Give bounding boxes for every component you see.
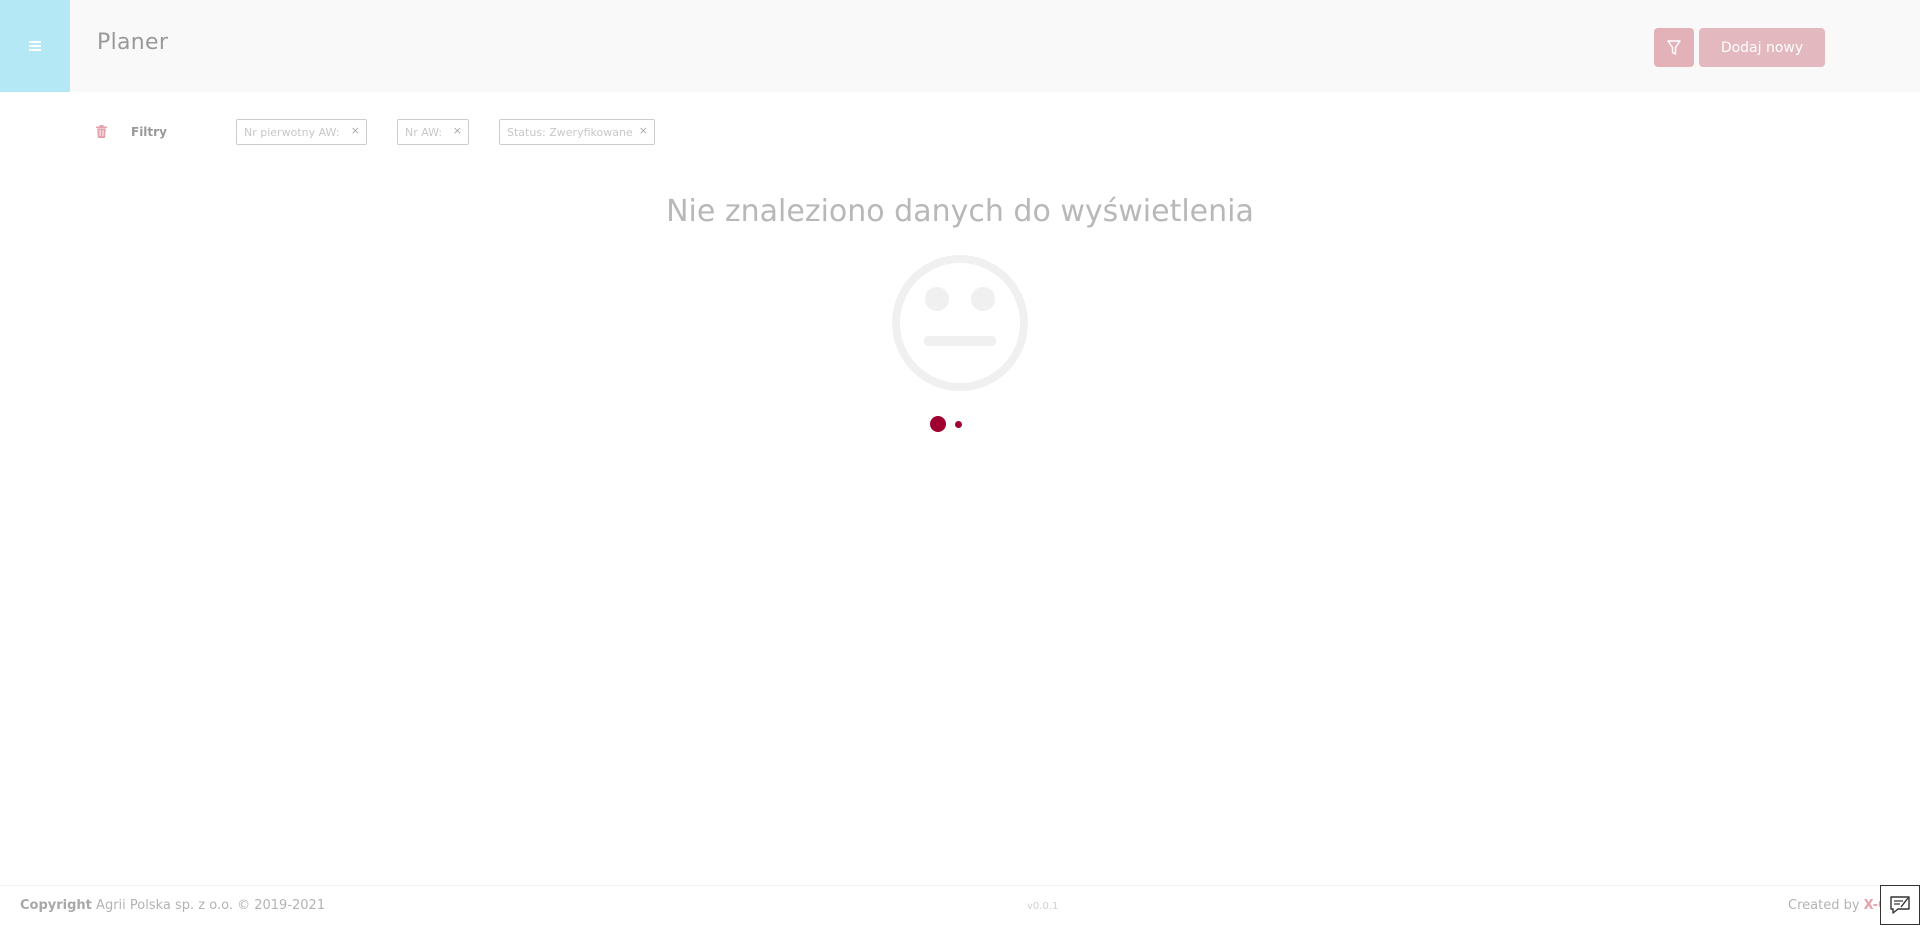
top-header: Planer Dodaj nowy — [0, 0, 1920, 92]
neutral-face-icon — [892, 255, 1028, 391]
hamburger-icon — [29, 41, 41, 51]
filter-chip-label: Status: Zweryfikowane — [507, 125, 633, 139]
filters-bar: Filtry Nr pierwotny AW: × Nr AW: × Statu… — [0, 118, 1920, 148]
funnel-icon — [1667, 39, 1681, 55]
created-by: Created by X-CI — [1788, 898, 1892, 913]
filter-chip-label: Nr AW: — [405, 125, 443, 139]
loader-dot — [930, 416, 946, 432]
remove-filter-icon[interactable]: × — [453, 124, 462, 137]
menu-button[interactable] — [0, 0, 70, 92]
page-title: Planer — [97, 30, 169, 55]
filter-chip-original-aw-number[interactable]: Nr pierwotny AW: × — [236, 119, 367, 145]
remove-filter-icon[interactable]: × — [639, 124, 648, 137]
filter-button[interactable] — [1654, 28, 1694, 67]
filter-chip-status[interactable]: Status: Zweryfikowane × — [499, 119, 655, 145]
loading-indicator — [930, 416, 970, 436]
remove-filter-icon[interactable]: × — [351, 124, 360, 137]
add-new-button[interactable]: Dodaj nowy — [1699, 28, 1825, 67]
created-by-label: Created by — [1788, 898, 1860, 913]
copyright-owner: Agrii Polska sp. z o.o. © 2019-2021 — [96, 898, 326, 913]
filters-label: Filtry — [131, 125, 167, 139]
filter-chip-aw-number[interactable]: Nr AW: × — [397, 119, 469, 145]
feedback-button[interactable] — [1880, 885, 1920, 925]
copyright-label: Copyright — [20, 898, 92, 913]
feedback-icon — [1890, 896, 1910, 914]
loader-dot — [955, 421, 962, 428]
trash-icon[interactable] — [96, 125, 107, 138]
footer: Copyright Agrii Polska sp. z o.o. © 2019… — [0, 885, 1920, 925]
empty-state-message: Nie znaleziono danych do wyświetlenia — [666, 194, 1254, 229]
app-version: v0.0.1 — [1027, 901, 1059, 912]
filter-chip-label: Nr pierwotny AW: — [244, 125, 340, 139]
copyright-text: Copyright Agrii Polska sp. z o.o. © 2019… — [20, 898, 325, 913]
